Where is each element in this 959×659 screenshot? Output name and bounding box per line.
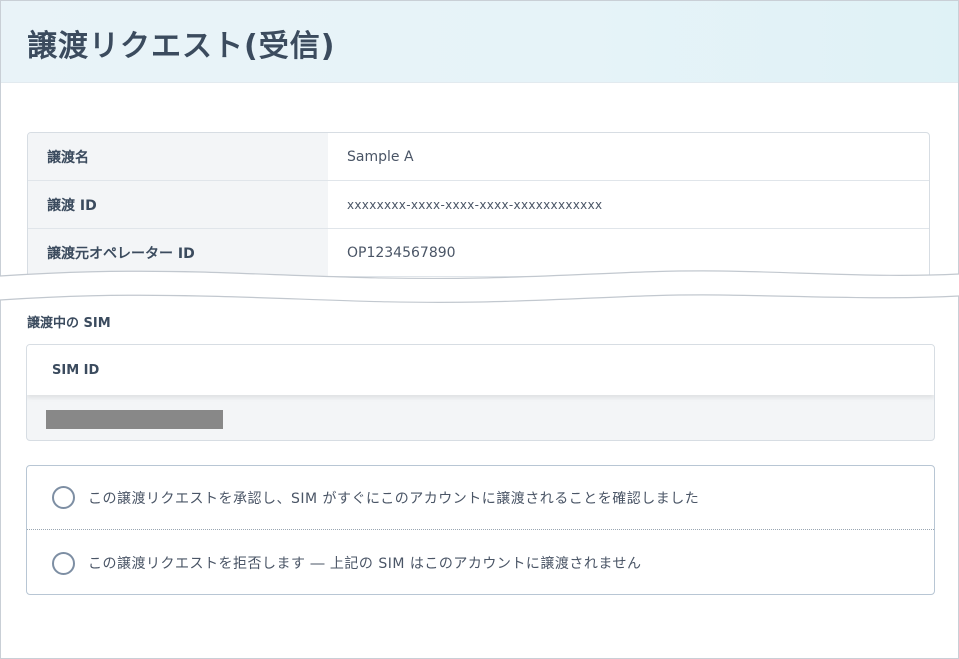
page-header: 譲渡リクエスト(受信) — [1, 1, 958, 83]
info-row-transfer-id: 譲渡 ID xxxxxxxx-xxxx-xxxx-xxxx-xxxxxxxxxx… — [28, 181, 929, 229]
sim-id-column-header: SIM ID — [27, 345, 934, 395]
info-value: xxxxxxxx-xxxx-xxxx-xxxx-xxxxxxxxxxxx — [347, 197, 603, 212]
info-row-transfer-name: 譲渡名 Sample A — [28, 133, 929, 181]
radio-button-reject[interactable] — [52, 551, 75, 575]
page-title: 譲渡リクエスト(受信) — [27, 29, 336, 64]
sim-table: SIM ID — [26, 344, 935, 441]
radio-button-accept[interactable] — [52, 486, 75, 509]
reject-option-label: この譲渡リクエストを拒否します ― 上記の SIM はこのアカウントに譲渡されま… — [88, 556, 642, 572]
info-label: 譲渡名 — [28, 133, 328, 180]
accept-option-label: この譲渡リクエストを承認し、SIM がすぐにこのアカウントに譲渡されることを確認… — [88, 490, 700, 507]
content-break-divider — [0, 270, 959, 303]
sims-section-label: 譲渡中の SIM — [27, 316, 111, 331]
redacted-sim-id — [46, 410, 223, 429]
reject-transfer-option[interactable]: この譲渡リクエストを拒否します ― 上記の SIM はこのアカウントに譲渡されま… — [27, 531, 934, 595]
info-value: Sample A — [347, 148, 414, 165]
confirmation-options: この譲渡リクエストを承認し、SIM がすぐにこのアカウントに譲渡されることを確認… — [26, 465, 935, 595]
info-label: 譲渡 ID — [28, 181, 328, 228]
accept-transfer-option[interactable]: この譲渡リクエストを承認し、SIM がすぐにこのアカウントに譲渡されることを確認… — [27, 466, 934, 530]
